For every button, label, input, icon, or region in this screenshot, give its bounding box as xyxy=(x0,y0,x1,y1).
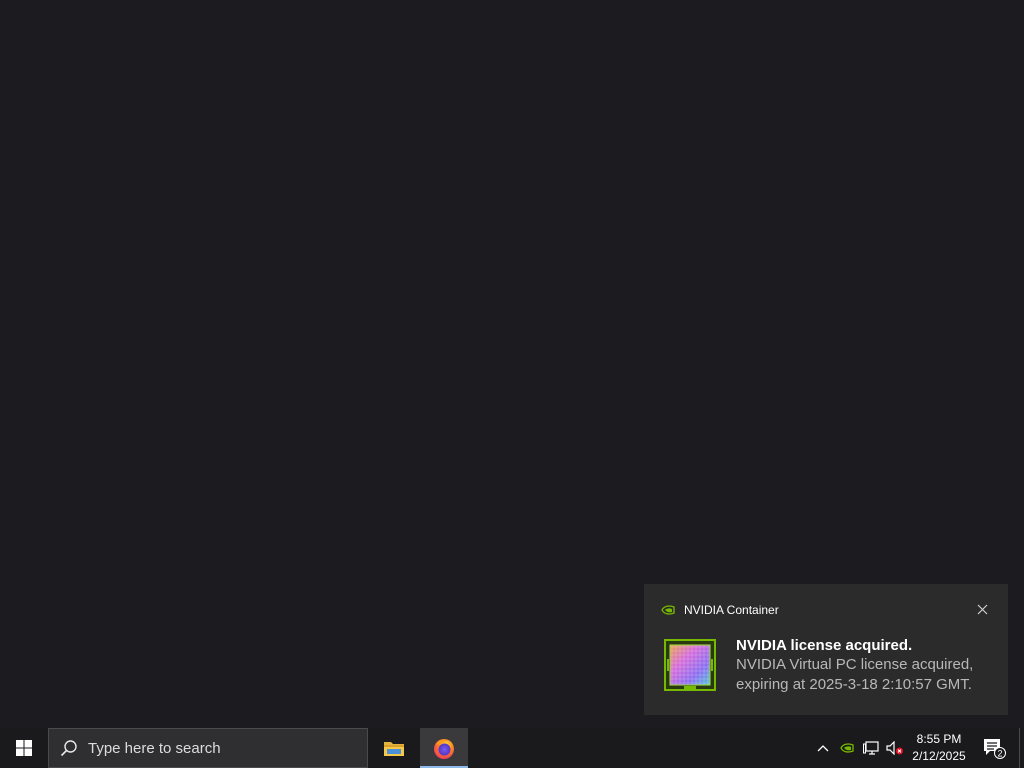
file-explorer-button[interactable] xyxy=(370,728,418,768)
search-icon xyxy=(60,739,78,757)
notification-toast[interactable]: NVIDIA Container NVIDIA license acquired… xyxy=(644,584,1008,715)
network-tray-button[interactable] xyxy=(860,728,882,768)
clock[interactable]: 8:55 PM 2/12/2025 xyxy=(904,730,974,766)
toast-app-name: NVIDIA Container xyxy=(684,603,779,617)
clock-time: 8:55 PM xyxy=(916,732,962,746)
clock-date: 2/12/2025 xyxy=(912,749,966,763)
toast-body: NVIDIA license acquired. NVIDIA Virtual … xyxy=(736,636,998,695)
nvidia-tray-button[interactable] xyxy=(836,728,858,768)
volume-tray-button[interactable] xyxy=(884,728,906,768)
show-desktop-button[interactable] xyxy=(1019,728,1024,768)
notification-center-icon: 2 xyxy=(984,739,1006,759)
toast-header: NVIDIA Container xyxy=(660,602,779,618)
toast-message: NVIDIA Virtual PC license acquired, expi… xyxy=(736,656,974,693)
search-input[interactable]: Type here to search xyxy=(48,728,368,768)
windows-logo-icon xyxy=(16,740,32,756)
firefox-icon xyxy=(434,739,454,759)
nvidia-gpu-chip-image xyxy=(664,639,716,691)
close-icon[interactable] xyxy=(974,601,990,617)
action-center-button[interactable]: 2 xyxy=(978,728,1010,768)
folder-icon xyxy=(384,742,404,756)
firefox-button[interactable] xyxy=(420,728,468,768)
nvidia-logo-icon xyxy=(660,602,676,618)
nvidia-tray-icon xyxy=(840,743,854,753)
network-monitor-icon xyxy=(863,741,879,755)
notification-count-badge: 2 xyxy=(997,749,1002,759)
volume-muted-icon xyxy=(886,741,903,755)
show-hidden-icons-button[interactable] xyxy=(812,728,834,768)
taskbar: Type here to search 8:55 PM 2/12/2025 2 xyxy=(0,728,1024,768)
start-button[interactable] xyxy=(0,728,48,768)
toast-title: NVIDIA license acquired. xyxy=(736,637,913,654)
chevron-up-icon xyxy=(817,745,829,752)
search-placeholder: Type here to search xyxy=(88,739,221,757)
